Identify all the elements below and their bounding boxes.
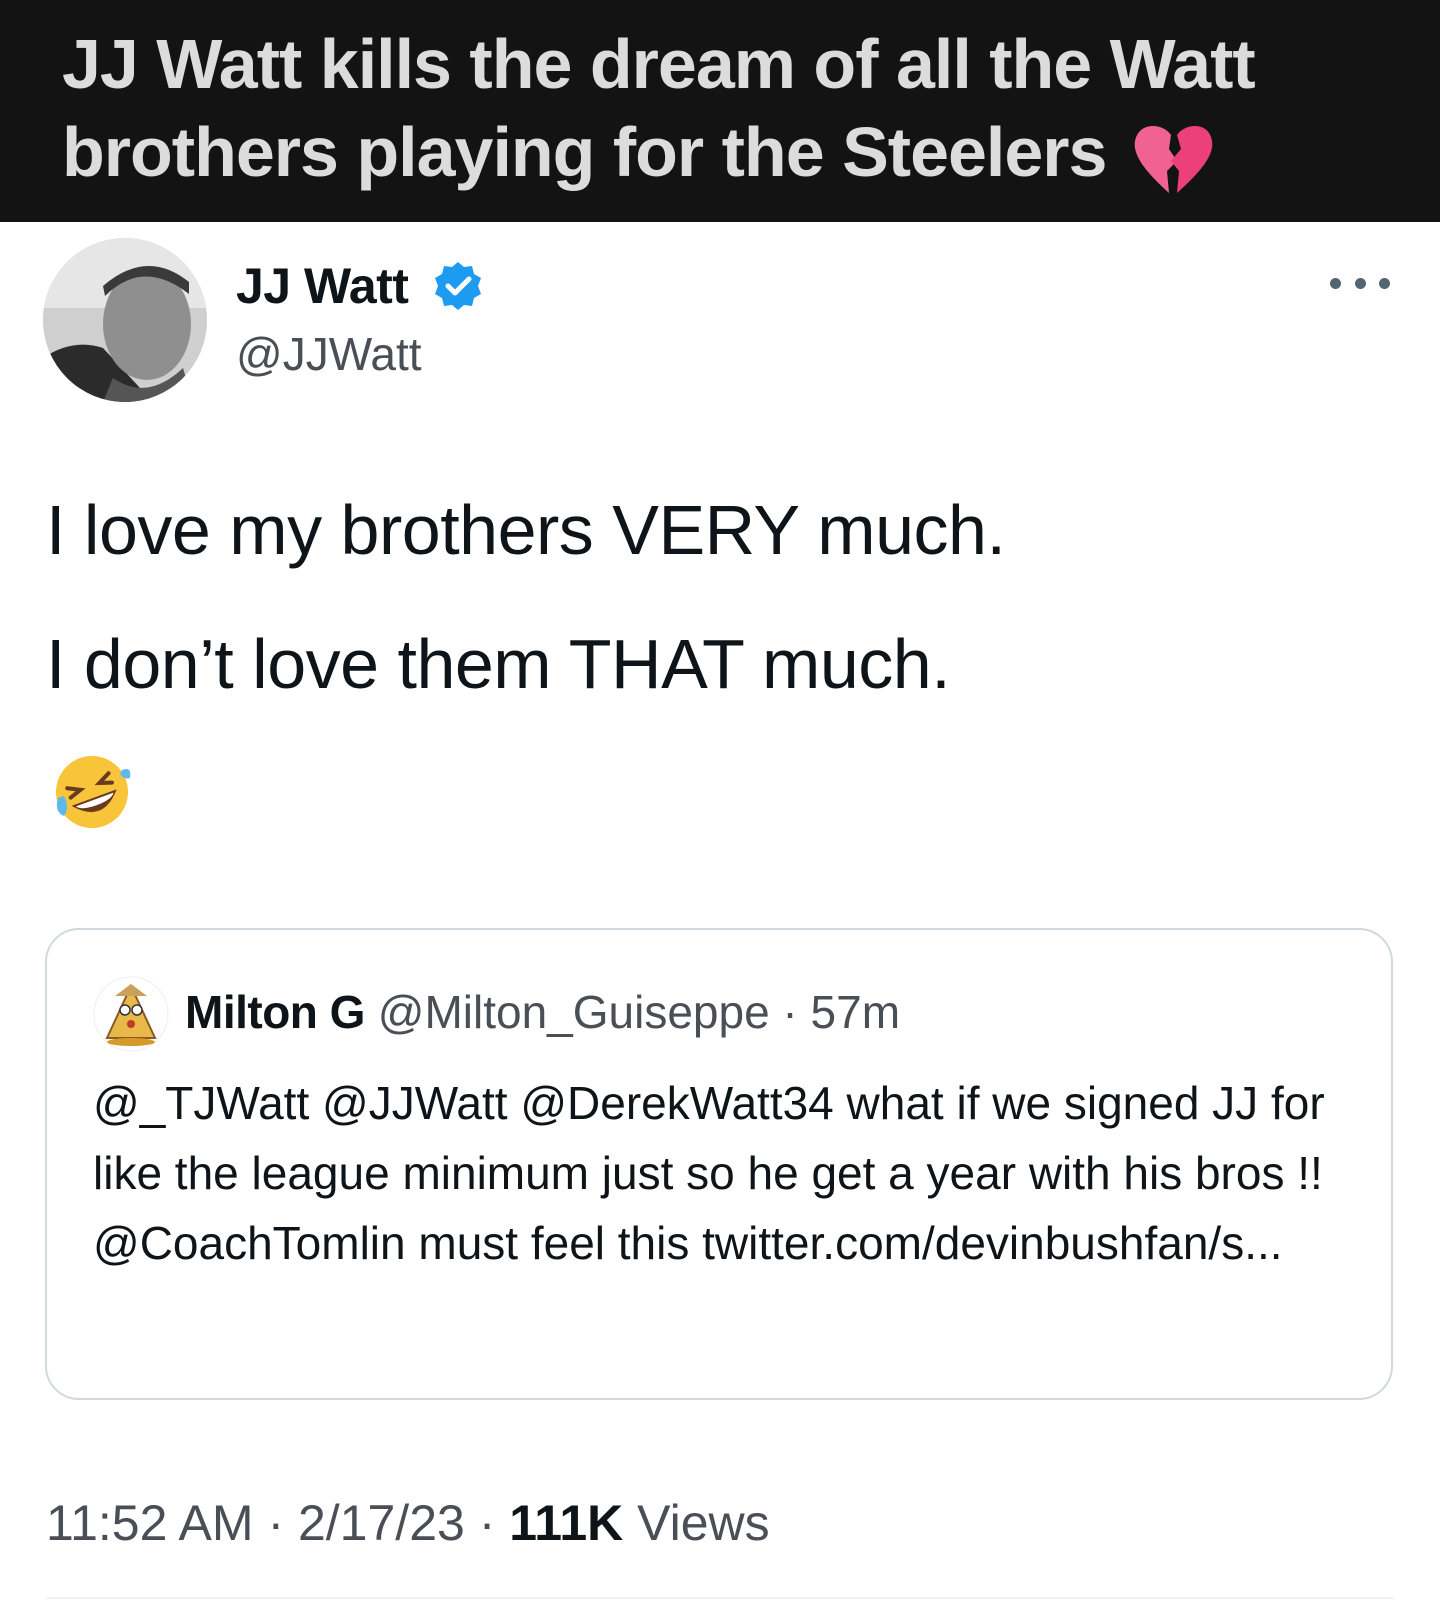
caption-banner: JJ Watt kills the dream of all the Watt … bbox=[0, 0, 1440, 222]
meta-separator: · bbox=[464, 1495, 510, 1551]
divider bbox=[46, 1597, 1394, 1599]
caption-text: JJ Watt kills the dream of all the Watt … bbox=[62, 20, 1402, 202]
author-handle[interactable]: @JJWatt bbox=[236, 326, 422, 382]
quoted-tweet-card[interactable]: Milton G @Milton_Guiseppe · 57m @_TJWatt… bbox=[45, 928, 1393, 1400]
quoted-tweet-age: 57m bbox=[810, 986, 901, 1038]
views-label: Views bbox=[623, 1495, 770, 1551]
verified-badge-icon bbox=[432, 260, 484, 312]
author-name[interactable]: JJ Watt bbox=[236, 256, 409, 316]
broken-heart-icon bbox=[1131, 110, 1215, 198]
tweet-text-line: I love my brothers VERY much. bbox=[46, 491, 1006, 569]
tweet-meta: 11:52 AM · 2/17/23 · 111K Views bbox=[46, 1492, 770, 1554]
quoted-author-name[interactable]: Milton G bbox=[185, 986, 365, 1038]
quoted-author-handle[interactable]: @Milton_Guiseppe bbox=[378, 986, 770, 1038]
more-dot-icon bbox=[1354, 277, 1366, 289]
author-avatar[interactable] bbox=[43, 238, 207, 402]
quoted-tweet-text: @_TJWatt @JJWatt @DerekWatt34 what if we… bbox=[93, 1077, 1325, 1269]
quoted-tweet-header: Milton G @Milton_Guiseppe · 57m bbox=[185, 982, 900, 1042]
caption-text-content: JJ Watt kills the dream of all the Watt … bbox=[62, 25, 1256, 191]
tweet-time[interactable]: 11:52 AM bbox=[46, 1495, 254, 1551]
more-dot-icon bbox=[1330, 277, 1341, 289]
page: JJ Watt kills the dream of all the Watt … bbox=[0, 0, 1440, 1603]
more-options-button[interactable] bbox=[1330, 265, 1390, 301]
views-count: 111K bbox=[509, 1495, 624, 1551]
tweet-date[interactable]: 2/17/23 bbox=[298, 1495, 465, 1551]
more-dot-icon bbox=[1379, 277, 1390, 289]
meta-separator: · bbox=[253, 1495, 298, 1551]
quoted-separator: · bbox=[769, 986, 811, 1038]
rolling-laughing-emoji-icon bbox=[52, 752, 132, 832]
quoted-author-avatar[interactable] bbox=[93, 976, 169, 1052]
tweet-text-line: I don’t love them THAT much. bbox=[46, 625, 951, 703]
